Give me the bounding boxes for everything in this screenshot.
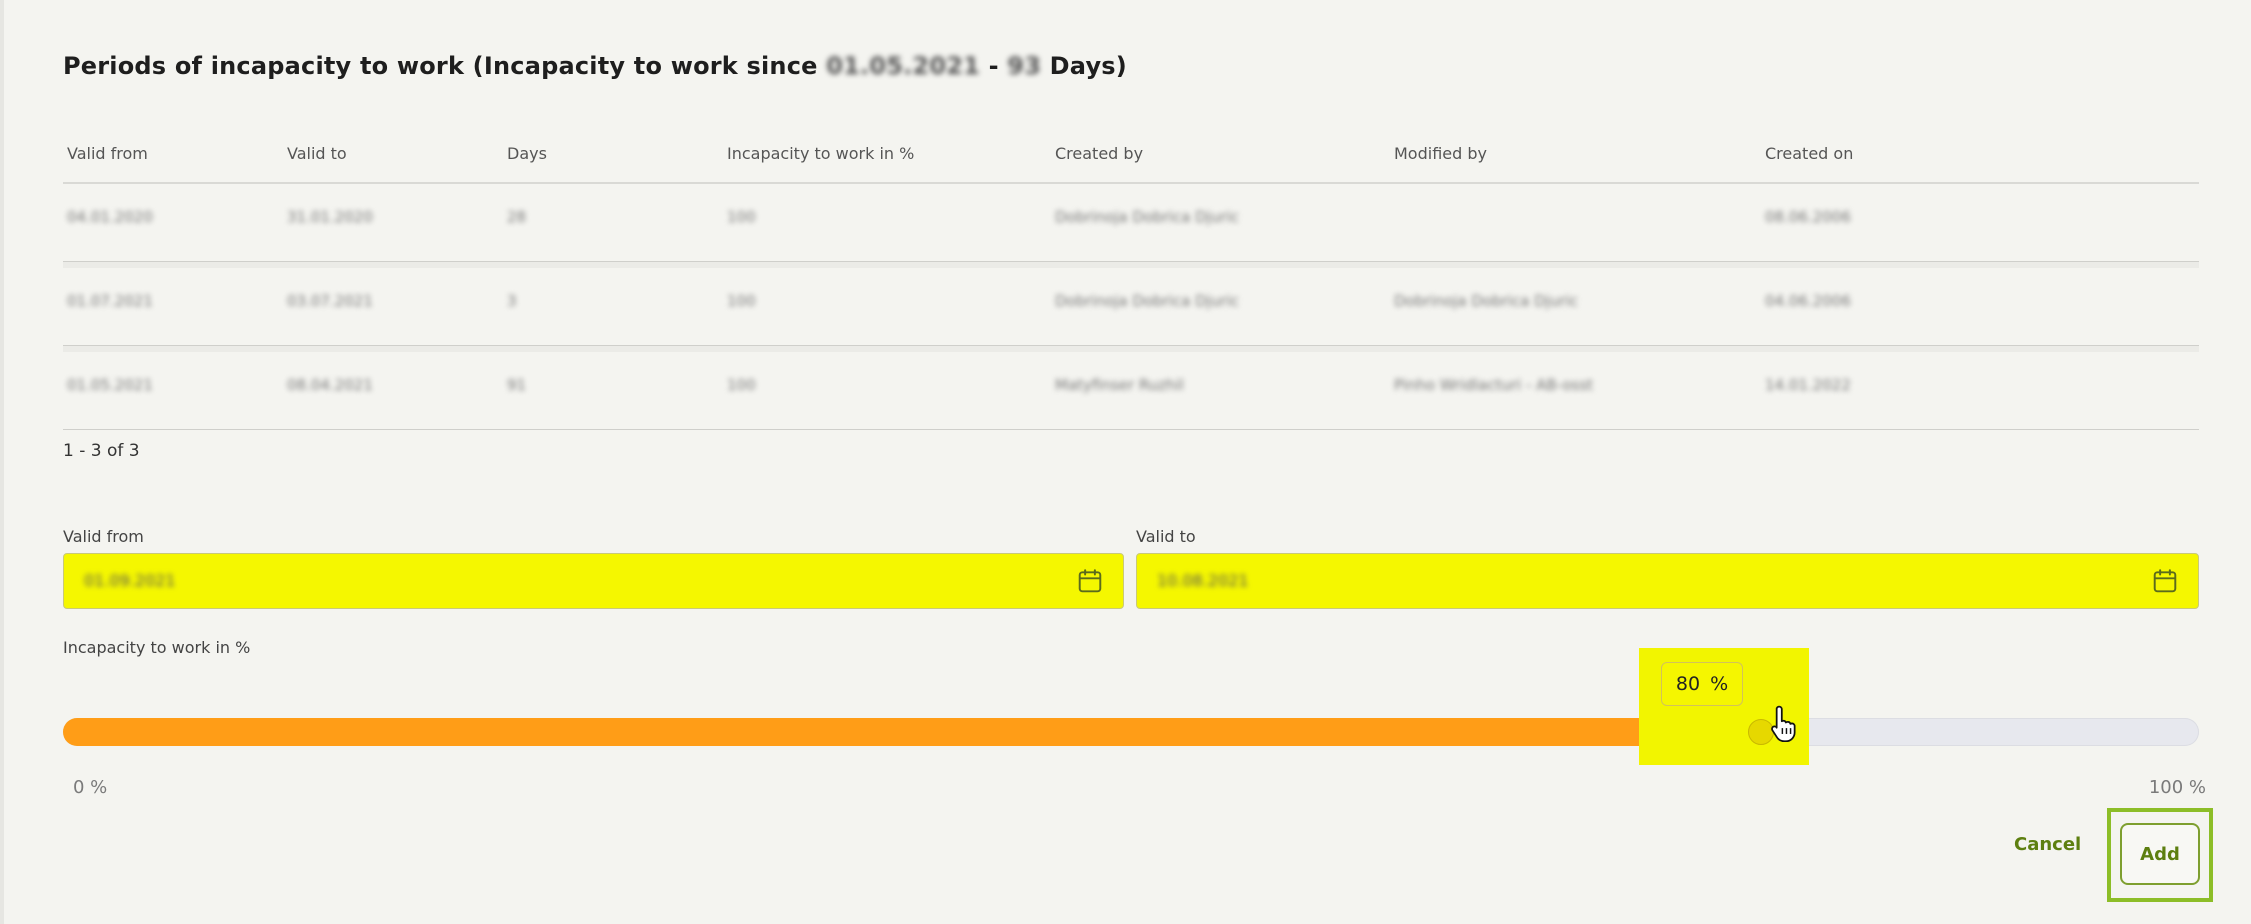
slider-min-label: 0 % xyxy=(73,777,108,798)
valid-from-field[interactable]: 01.09.2021 xyxy=(63,553,1124,609)
pagination-range: 1 - 3 of 3 xyxy=(63,441,140,461)
incapacity-slider-label: Incapacity to work in % xyxy=(63,638,251,657)
cell-incapacity-percent: 100 xyxy=(727,376,756,394)
cell-valid-to: 03.07.2021 xyxy=(287,292,373,310)
calendar-icon[interactable] xyxy=(2152,568,2178,594)
valid-from-value: 01.09.2021 xyxy=(84,571,176,590)
cell-days: 91 xyxy=(507,376,527,394)
cell-valid-to: 08.04.2021 xyxy=(287,376,373,394)
since-days: 93 xyxy=(1007,52,1042,80)
page-edge xyxy=(0,0,4,924)
incapacity-periods-table: Valid from Valid to Days Incapacity to w… xyxy=(63,128,2199,430)
add-button[interactable]: Add xyxy=(2120,823,2200,885)
slider-value-bubble: 80 % xyxy=(1661,662,1743,706)
cell-days: 3 xyxy=(507,292,517,310)
cell-valid-to: 31.01.2020 xyxy=(287,208,373,226)
table-row[interactable]: 01.05.2021 08.04.2021 91 100 Matyfinser … xyxy=(63,346,2199,430)
cell-valid-from: 01.05.2021 xyxy=(67,376,153,394)
cell-modified-by: Dobrinoja Dobrica Djuric xyxy=(1394,292,1578,310)
valid-to-value: 10.08.2021 xyxy=(1157,571,1249,590)
slider-unit: % xyxy=(1710,673,1729,695)
title-suffix: Days) xyxy=(1041,52,1127,80)
cell-valid-from: 04.01.2020 xyxy=(67,208,153,226)
table-row[interactable]: 01.07.2021 03.07.2021 3 100 Dobrinoja Do… xyxy=(63,262,2199,346)
column-header-incapacity-percent[interactable]: Incapacity to work in % xyxy=(727,144,914,163)
cell-days: 28 xyxy=(507,208,527,226)
incapacity-slider-track[interactable] xyxy=(63,718,2199,746)
cell-created-on: 14.01.2022 xyxy=(1765,376,1851,394)
valid-to-label: Valid to xyxy=(1136,527,1196,546)
column-header-days[interactable]: Days xyxy=(507,144,547,163)
column-header-created-on[interactable]: Created on xyxy=(1765,144,1853,163)
cell-valid-from: 01.07.2021 xyxy=(67,292,153,310)
title-prefix: Periods of incapacity to work (Incapacit… xyxy=(63,52,827,80)
valid-to-field[interactable]: 10.08.2021 xyxy=(1136,553,2199,609)
column-header-valid-to[interactable]: Valid to xyxy=(287,144,347,163)
table-header: Valid from Valid to Days Incapacity to w… xyxy=(63,128,2199,184)
since-separator: - xyxy=(980,52,1008,80)
valid-from-label: Valid from xyxy=(63,527,144,546)
cell-created-by: Dobrinoja Dobrica Djuric xyxy=(1055,208,1239,226)
cell-modified-by: Pinho Wridlacturi - AB-osst xyxy=(1394,376,1594,394)
column-header-valid-from[interactable]: Valid from xyxy=(67,144,148,163)
table-row[interactable]: 04.01.2020 31.01.2020 28 100 Dobrinoja D… xyxy=(63,184,2199,262)
cancel-button[interactable]: Cancel xyxy=(2014,834,2081,855)
slider-max-label: 100 % xyxy=(2148,777,2206,798)
hand-pointer-icon xyxy=(1771,705,1796,742)
cell-created-by: Matyfinser Ruzhil xyxy=(1055,376,1184,394)
cell-incapacity-percent: 100 xyxy=(727,292,756,310)
incapacity-slider-fill xyxy=(63,718,1772,746)
section-title: Periods of incapacity to work (Incapacit… xyxy=(63,52,1127,80)
calendar-icon[interactable] xyxy=(1077,568,1103,594)
cell-created-on: 08.06.2006 xyxy=(1765,208,1851,226)
column-header-modified-by[interactable]: Modified by xyxy=(1394,144,1487,163)
cell-created-on: 04.06.2006 xyxy=(1765,292,1851,310)
cell-created-by: Dobrinoja Dobrica Djuric xyxy=(1055,292,1239,310)
slider-value: 80 xyxy=(1675,673,1701,695)
cell-incapacity-percent: 100 xyxy=(727,208,756,226)
since-date: 01.05.2021 xyxy=(826,52,981,80)
column-header-created-by[interactable]: Created by xyxy=(1055,144,1143,163)
